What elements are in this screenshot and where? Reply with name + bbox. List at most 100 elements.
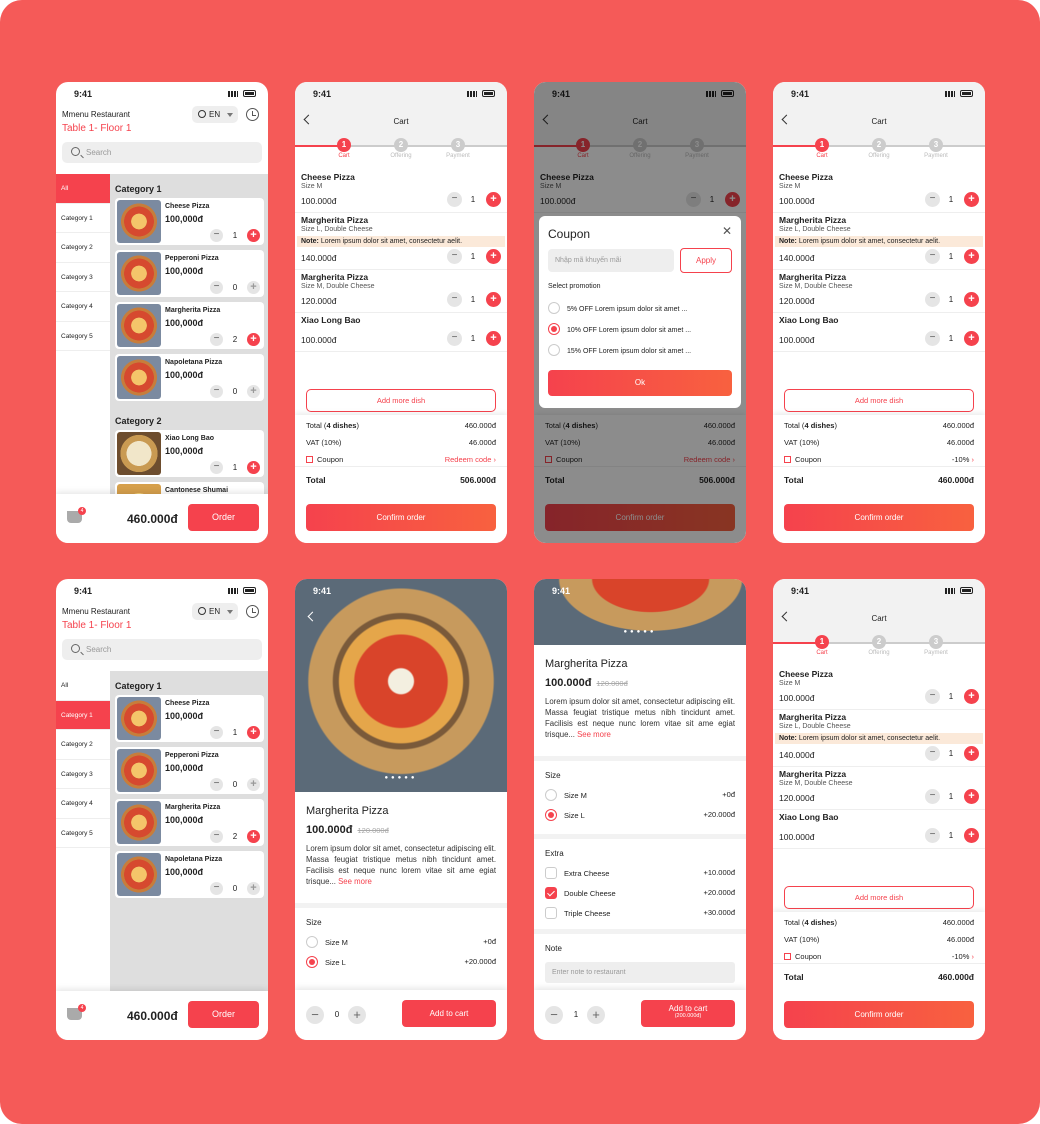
minus-button[interactable]: −	[210, 229, 223, 242]
menu-item[interactable]: Cantonese Shumai	[115, 482, 264, 494]
size-option[interactable]: Size M +0đ	[295, 932, 507, 952]
plus-button[interactable]: +	[964, 331, 979, 346]
minus-button[interactable]: −	[447, 331, 462, 346]
minus-button[interactable]: −	[447, 192, 462, 207]
plus-button[interactable]: +	[964, 828, 979, 843]
summary-coupon-row[interactable]: Coupon -10% ›	[773, 946, 985, 963]
plus-button[interactable]: +	[964, 689, 979, 704]
sidebar-item-category-1[interactable]: Category 1	[56, 700, 110, 730]
menu-item[interactable]: Pepperoni Pizza 100,000đ −0 +	[115, 250, 264, 297]
add-more-dish-button[interactable]: Add more dish	[306, 389, 496, 412]
close-icon[interactable]: ✕	[722, 224, 732, 238]
plus-button[interactable]: +	[247, 830, 260, 843]
menu-item[interactable]: Margherita Pizza 100,000đ −2 +	[115, 302, 264, 349]
plus-button[interactable]: +	[247, 385, 260, 398]
ok-button[interactable]: Ok	[548, 370, 732, 396]
minus-button[interactable]: −	[925, 746, 940, 761]
redeem-code-link[interactable]: Redeem code ›	[445, 455, 496, 464]
discount-value[interactable]: -10% ›	[952, 952, 974, 961]
sidebar-item-category-1[interactable]: Category 1	[56, 204, 110, 233]
promotion-option[interactable]: 5% OFF Lorem ipsum dolor sit amet ...	[548, 302, 687, 314]
carousel-dots[interactable]: ●●●●●	[295, 775, 507, 781]
discount-value[interactable]: -10% ›	[952, 455, 974, 464]
add-more-dish-button[interactable]: Add more dish	[784, 886, 974, 909]
plus-button[interactable]: +	[486, 292, 501, 307]
plus-button[interactable]: +	[247, 461, 260, 474]
plus-button[interactable]: +	[587, 1006, 605, 1024]
plus-button[interactable]: +	[964, 192, 979, 207]
language-select[interactable]: EN	[192, 106, 238, 123]
see-more-link[interactable]: See more	[577, 730, 611, 739]
sidebar-item-category-3[interactable]: Category 3	[56, 760, 110, 789]
minus-button[interactable]: −	[210, 882, 223, 895]
plus-button[interactable]: +	[247, 726, 260, 739]
search-input[interactable]: Search	[62, 639, 262, 660]
plus-button[interactable]: +	[247, 333, 260, 346]
minus-button[interactable]: −	[925, 789, 940, 804]
sidebar-item-all[interactable]: All	[56, 174, 110, 204]
minus-button[interactable]: −	[925, 192, 940, 207]
promotion-option[interactable]: 10% OFF Lorem ipsum dolor sit amet ...	[548, 323, 691, 335]
menu-item[interactable]: Cheese Pizza 100,000đ −1 +	[115, 695, 264, 742]
summary-coupon-row[interactable]: Coupon -10% ›	[773, 449, 985, 466]
plus-button[interactable]: +	[486, 331, 501, 346]
minus-button[interactable]: −	[210, 385, 223, 398]
minus-button[interactable]: −	[210, 830, 223, 843]
history-icon[interactable]	[246, 605, 259, 618]
minus-button[interactable]: −	[925, 828, 940, 843]
plus-button[interactable]: +	[964, 746, 979, 761]
see-more-link[interactable]: See more	[338, 877, 372, 886]
order-button[interactable]: Order	[188, 1001, 259, 1028]
minus-button[interactable]: −	[925, 249, 940, 264]
plus-button[interactable]: +	[247, 778, 260, 791]
sidebar-item-category-5[interactable]: Category 5	[56, 819, 110, 848]
summary-coupon-row[interactable]: Coupon Redeem code ›	[295, 449, 507, 466]
minus-button[interactable]: −	[210, 333, 223, 346]
minus-button[interactable]: −	[210, 726, 223, 739]
sidebar-item-category-2[interactable]: Category 2	[56, 730, 110, 760]
add-to-cart-button[interactable]: Add to cart	[402, 1000, 496, 1027]
minus-button[interactable]: −	[447, 249, 462, 264]
sidebar-item-category-5[interactable]: Category 5	[56, 322, 110, 351]
minus-button[interactable]: −	[925, 331, 940, 346]
language-select[interactable]: EN	[192, 603, 238, 620]
plus-button[interactable]: +	[348, 1006, 366, 1024]
minus-button[interactable]: −	[925, 689, 940, 704]
plus-button[interactable]: +	[964, 292, 979, 307]
sidebar-item-all[interactable]: All	[56, 671, 110, 701]
confirm-order-button[interactable]: Confirm order	[306, 504, 496, 531]
size-option[interactable]: Size L +20.000đ	[534, 805, 746, 825]
sidebar-item-category-2[interactable]: Category 2	[56, 233, 110, 263]
search-input[interactable]: Search	[62, 142, 262, 163]
add-more-dish-button[interactable]: Add more dish	[784, 389, 974, 412]
minus-button[interactable]: −	[306, 1006, 324, 1024]
menu-item[interactable]: Napoletana Pizza 100,000đ −0 +	[115, 851, 264, 898]
menu-item[interactable]: Napoletana Pizza 100,000đ −0 +	[115, 354, 264, 401]
minus-button[interactable]: −	[210, 461, 223, 474]
minus-button[interactable]: −	[210, 281, 223, 294]
plus-button[interactable]: +	[247, 882, 260, 895]
plus-button[interactable]: +	[486, 249, 501, 264]
add-to-cart-button[interactable]: Add to cart (200.000đ)	[641, 1000, 735, 1027]
order-button[interactable]: Order	[188, 504, 259, 531]
plus-button[interactable]: +	[247, 281, 260, 294]
confirm-order-button[interactable]: Confirm order	[784, 1001, 974, 1028]
confirm-order-button[interactable]: Confirm order	[784, 504, 974, 531]
size-option[interactable]: Size M +0đ	[534, 785, 746, 805]
carousel-dots[interactable]: ●●●●●	[534, 629, 746, 635]
promotion-option[interactable]: 15% OFF Lorem ipsum dolor sit amet ...	[548, 344, 691, 356]
plus-button[interactable]: +	[964, 789, 979, 804]
menu-item[interactable]: Margherita Pizza 100,000đ −2 +	[115, 799, 264, 846]
minus-button[interactable]: −	[545, 1006, 563, 1024]
extra-option[interactable]: Triple Cheese +30.000đ	[534, 903, 746, 923]
extra-option[interactable]: Extra Cheese +10.000đ	[534, 863, 746, 883]
menu-item[interactable]: Cheese Pizza 100,000đ −1 +	[115, 198, 264, 245]
plus-button[interactable]: +	[247, 229, 260, 242]
menu-item[interactable]: Pepperoni Pizza 100,000đ −0 +	[115, 747, 264, 794]
extra-option[interactable]: Double Cheese +20.000đ	[534, 883, 746, 903]
minus-button[interactable]: −	[447, 292, 462, 307]
minus-button[interactable]: −	[925, 292, 940, 307]
sidebar-item-category-4[interactable]: Category 4	[56, 789, 110, 819]
note-input[interactable]: Enter note to restaurant	[545, 962, 735, 983]
history-icon[interactable]	[246, 108, 259, 121]
